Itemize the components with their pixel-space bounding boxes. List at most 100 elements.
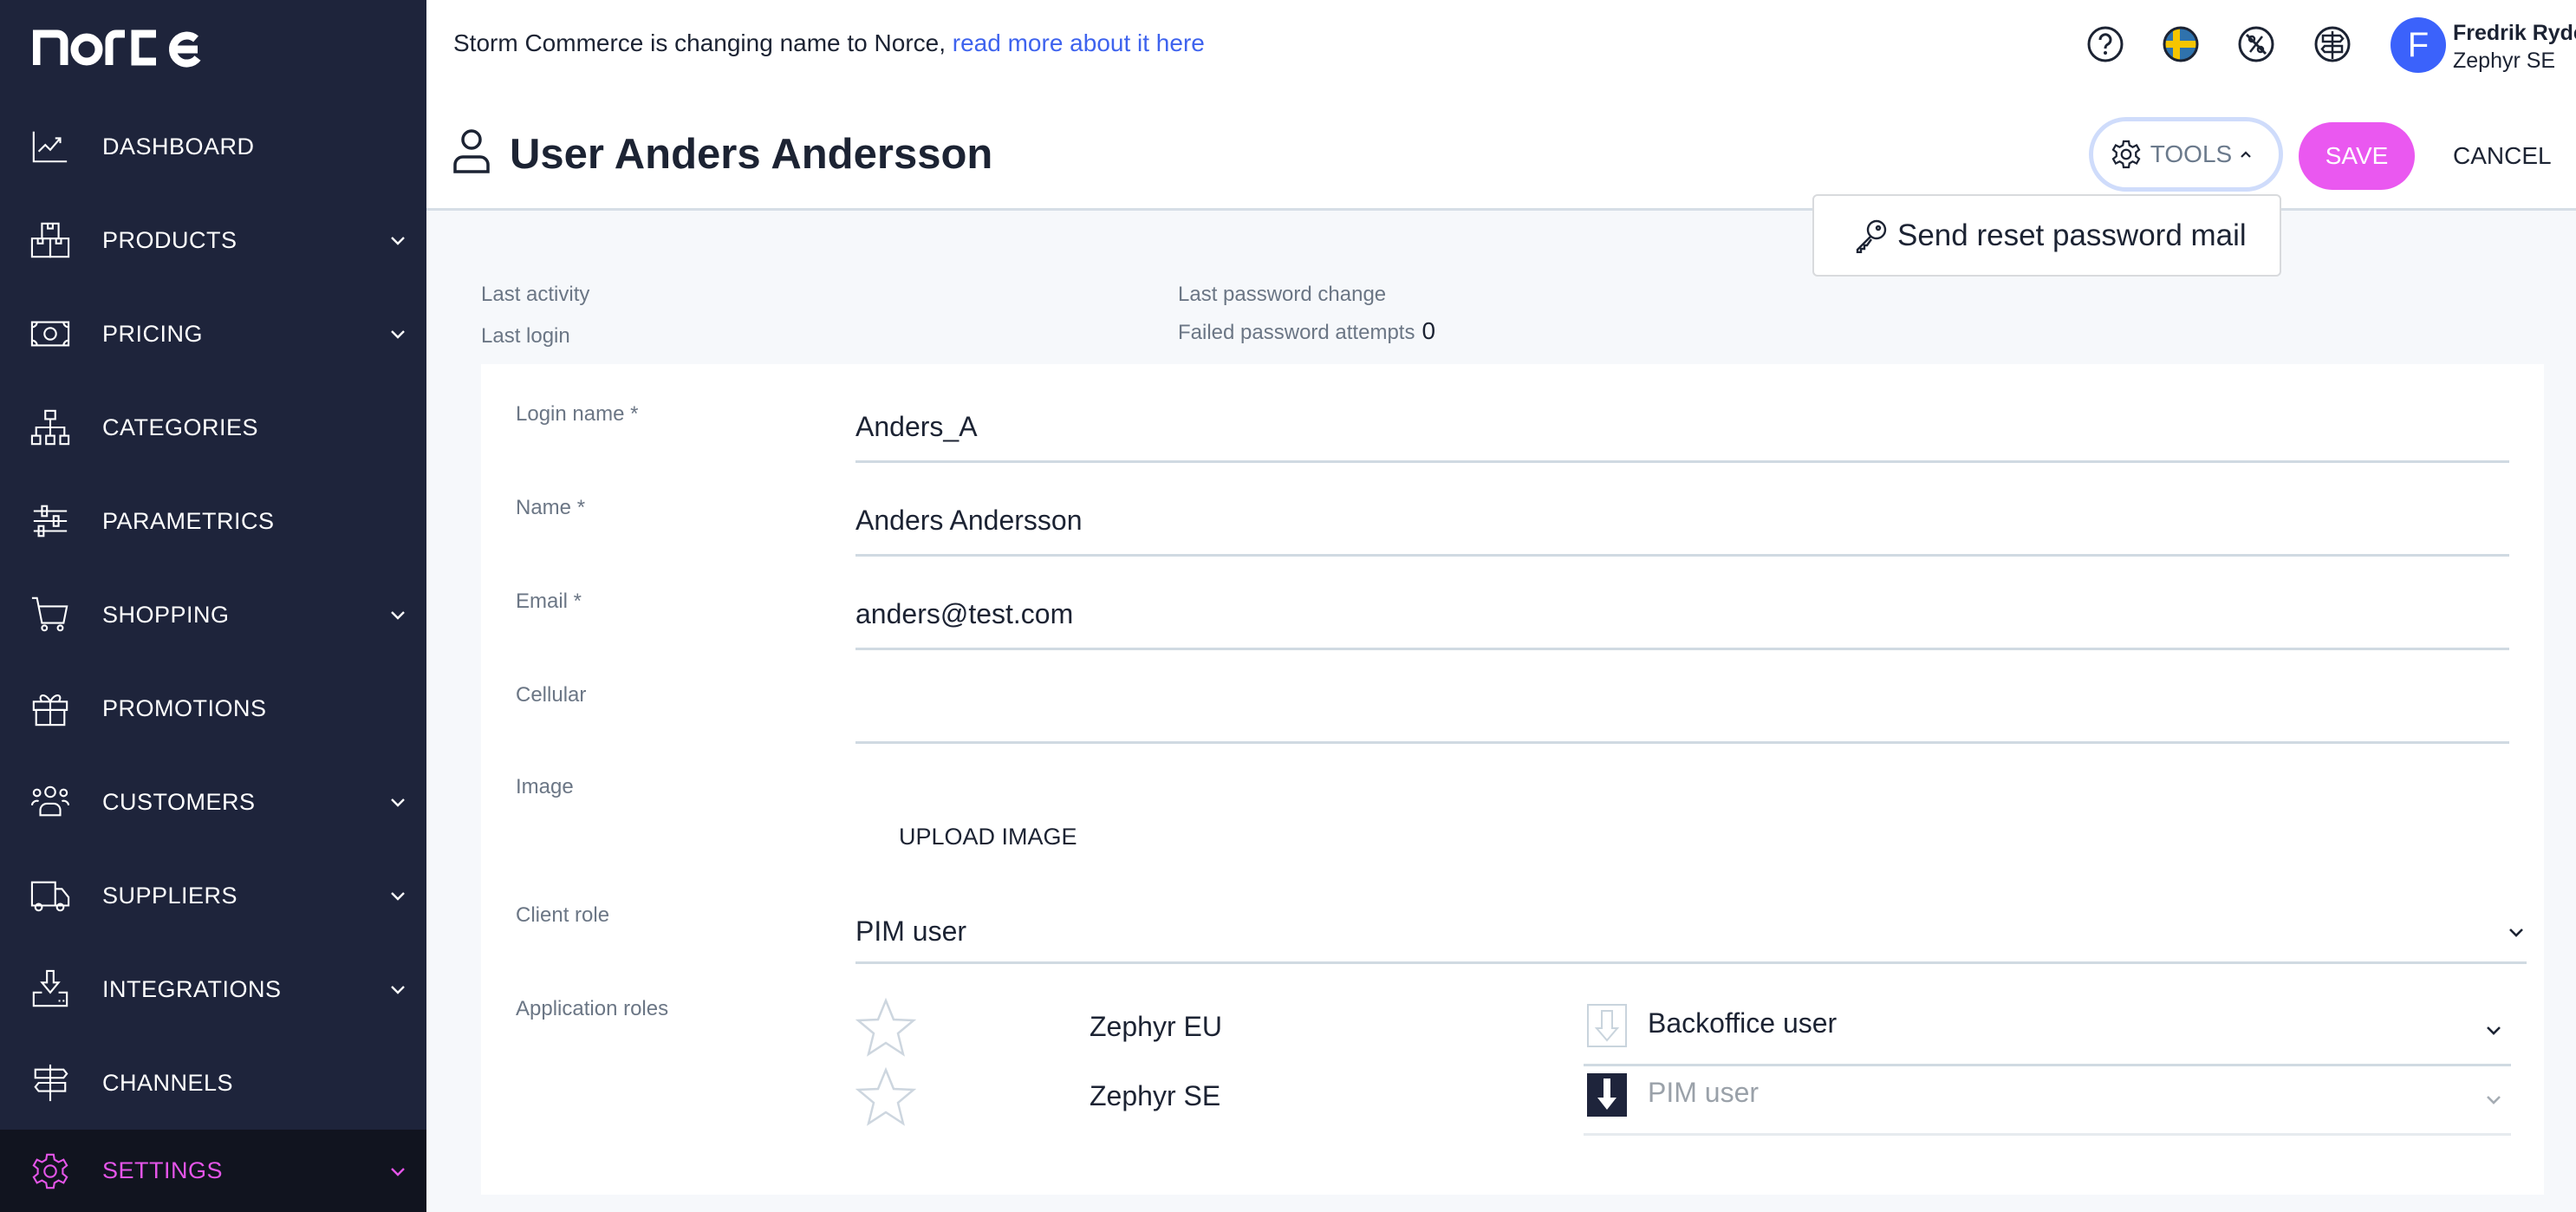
tools-label: TOOLS	[2150, 140, 2233, 167]
sidebar-item-parametrics[interactable]: PARAMETRICS	[0, 474, 426, 568]
boxes-icon	[29, 219, 71, 261]
avatar[interactable]: F	[2391, 17, 2446, 73]
email-label: Email *	[516, 590, 582, 613]
users-icon	[29, 781, 71, 823]
chevron-down-icon[interactable]	[388, 886, 407, 905]
user-icon	[452, 128, 491, 179]
chevron-down-icon[interactable]	[388, 324, 407, 343]
sidebar-item-label: CUSTOMERS	[102, 788, 256, 815]
star-icon[interactable]	[855, 1066, 917, 1127]
client-role-label: Client role	[516, 903, 610, 927]
page-title: User Anders Andersson	[510, 130, 993, 178]
send-reset-password-label: Send reset password mail	[1897, 218, 2247, 252]
rename-banner: Storm Commerce is changing name to Norce…	[453, 29, 1205, 57]
gear-icon	[2111, 140, 2141, 169]
chevron-down-icon[interactable]	[388, 1162, 407, 1181]
banner-link[interactable]: read more about it here	[953, 29, 1205, 56]
last-password-change-label: Last password change	[1178, 283, 1387, 306]
sidebar-item-label: SETTINGS	[102, 1157, 224, 1183]
chevron-down-icon	[2483, 1020, 2504, 1045]
sidebar-item-label: PARAMETRICS	[102, 507, 275, 534]
chevron-down-icon[interactable]	[388, 605, 407, 624]
application-role-value: Backoffice user	[1648, 1007, 1838, 1039]
last-login-label: Last login	[481, 324, 570, 348]
failed-attempts-label: Failed password attempts	[1178, 321, 1415, 344]
sidebar-item-pricing[interactable]: PRICING	[0, 287, 426, 381]
application-roles-label: Application roles	[516, 997, 669, 1020]
upload-image-button[interactable]: UPLOAD IMAGE	[899, 824, 1077, 850]
banknote-icon	[29, 313, 71, 355]
sidebar-item-categories[interactable]: CATEGORIES	[0, 381, 426, 474]
norce-logo[interactable]	[33, 23, 206, 69]
last-password-change: Last password change	[1178, 279, 1393, 307]
client-role-value: PIM user	[855, 916, 967, 947]
chevron-down-icon[interactable]	[388, 231, 407, 250]
help-icon[interactable]	[2085, 24, 2125, 64]
sidebar-item-shopping[interactable]: SHOPPING	[0, 568, 426, 661]
chevron-down-icon	[2506, 922, 2527, 942]
sidebar-item-promotions[interactable]: PROMOTIONS	[0, 661, 426, 755]
sidebar-item-label: PRICING	[102, 320, 204, 347]
user-name[interactable]: Fredrik Ryde	[2453, 21, 2576, 46]
sidebar-item-label: PRODUCTS	[102, 226, 237, 253]
sidebar-item-customers[interactable]: CUSTOMERS	[0, 755, 426, 849]
hierarchy-icon	[29, 407, 71, 448]
cellular-label: Cellular	[516, 683, 587, 707]
sidebar-item-suppliers[interactable]: SUPPLIERS	[0, 849, 426, 942]
send-reset-password-item[interactable]: Send reset password mail	[1854, 218, 2247, 253]
name-input[interactable]	[855, 496, 2509, 557]
sidebar-item-label: DASHBOARD	[102, 133, 255, 160]
application-role-row: Zephyr SE PIM user	[855, 1066, 2511, 1136]
application-role-row: Zephyr EU Backoffice user	[855, 997, 2511, 1066]
last-login: Last login	[481, 321, 577, 349]
save-button[interactable]: SAVE	[2299, 122, 2415, 190]
gear-icon	[29, 1150, 71, 1192]
truck-icon	[29, 875, 71, 916]
sidebar-item-products[interactable]: PRODUCTS	[0, 193, 426, 287]
page-title-row: User Anders Andersson	[452, 128, 992, 179]
cart-icon	[29, 594, 71, 635]
cancel-button[interactable]: CANCEL	[2441, 122, 2564, 190]
no-discount-icon[interactable]	[2236, 24, 2276, 64]
email-input[interactable]	[855, 590, 2509, 650]
failed-password-attempts: Failed password attempts 0	[1178, 317, 1435, 345]
tools-button[interactable]: TOOLS	[2089, 117, 2283, 192]
sidebar-item-integrations[interactable]: INTEGRATIONS	[0, 942, 426, 1036]
sidebar-item-channels[interactable]: CHANNELS	[0, 1036, 426, 1130]
failed-attempts-value: 0	[1421, 317, 1436, 344]
chevron-down-icon[interactable]	[388, 980, 407, 999]
key-icon	[1856, 219, 1887, 253]
sidebar-item-settings[interactable]: SETTINGS	[0, 1130, 426, 1212]
login-name-label: Login name *	[516, 402, 639, 426]
tools-dropdown-menu: Send reset password mail	[1812, 194, 2281, 277]
inherit-role-toggle-icon[interactable]	[1587, 1073, 1627, 1117]
cellular-input[interactable]	[855, 683, 2509, 744]
client-role-select[interactable]: PIM user	[855, 902, 2527, 964]
channel-signpost-icon[interactable]	[2313, 24, 2352, 64]
star-icon[interactable]	[855, 997, 917, 1058]
sidebar-item-label: SUPPLIERS	[102, 882, 238, 909]
sidebar-item-dashboard[interactable]: DASHBOARD	[0, 100, 426, 193]
sidebar-item-label: INTEGRATIONS	[102, 975, 282, 1002]
inherit-role-toggle-icon[interactable]	[1587, 1004, 1627, 1047]
application-name: Zephyr EU	[1090, 1011, 1222, 1042]
sidebar-item-label: PROMOTIONS	[102, 694, 267, 721]
chevron-up-icon	[2241, 151, 2251, 158]
user-organization[interactable]: Zephyr SE	[2453, 49, 2555, 74]
banner-text: Storm Commerce is changing name to Norce…	[453, 29, 953, 56]
sweden-flag-icon[interactable]	[2161, 24, 2201, 64]
chevron-down-icon	[2483, 1089, 2504, 1114]
sidebar-item-label: SHOPPING	[102, 601, 230, 628]
signpost-icon	[29, 1062, 71, 1104]
user-form: Login name * Name * Email * Cellular Ima…	[481, 364, 2544, 1195]
download-tray-icon	[29, 968, 71, 1010]
application-role-select[interactable]: PIM user	[1584, 1066, 2511, 1136]
name-label: Name *	[516, 496, 586, 519]
login-name-input[interactable]	[855, 402, 2509, 463]
image-label: Image	[516, 775, 574, 798]
chart-icon	[29, 126, 71, 167]
gift-icon	[29, 687, 71, 729]
application-role-select[interactable]: Backoffice user	[1584, 997, 2511, 1066]
chevron-down-icon[interactable]	[388, 792, 407, 811]
sidebar-item-label: CHANNELS	[102, 1069, 234, 1096]
